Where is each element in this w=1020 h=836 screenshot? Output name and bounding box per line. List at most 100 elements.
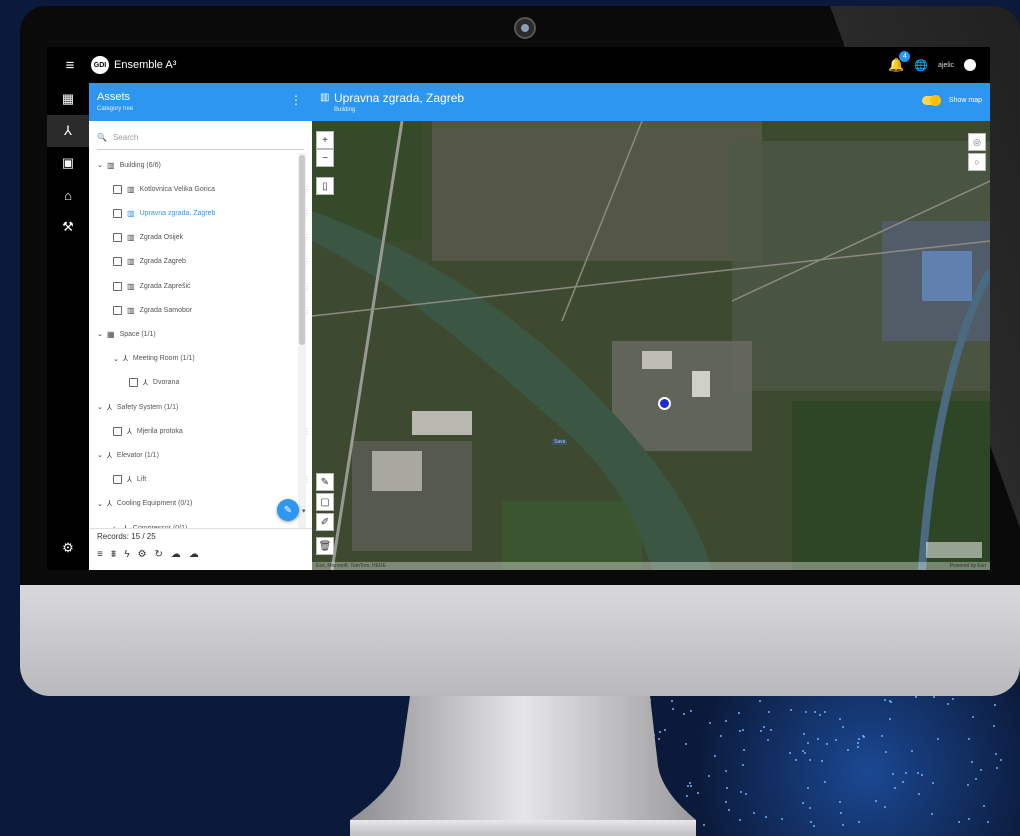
tree-group[interactable]: ⌄ ⅄ Cooling Equipment (0/1) bbox=[89, 492, 307, 516]
tree-item[interactable]: ⅄ Lift ⋮ bbox=[89, 468, 312, 492]
satellite-map[interactable]: + − ▯ ◎ ○ ✎ ▢ ✐ 🗑 Sava Esri, Microsoft, … bbox=[312, 121, 990, 570]
zoom-in-button[interactable]: + bbox=[316, 131, 334, 149]
network-dot bbox=[856, 742, 859, 745]
network-dot bbox=[767, 738, 770, 741]
draw-tool-icon[interactable]: ✎ bbox=[316, 473, 334, 491]
network-dot bbox=[890, 701, 893, 704]
asset-location-marker[interactable] bbox=[658, 397, 671, 410]
account-icon[interactable] bbox=[964, 59, 976, 71]
assets-panel-subtitle: Category tree bbox=[97, 106, 134, 112]
chevron-down-icon[interactable]: ⌄ bbox=[113, 355, 123, 363]
settings-icon[interactable]: ⚙ bbox=[137, 549, 146, 560]
scrollbar-thumb[interactable] bbox=[299, 155, 305, 345]
tree-item[interactable]: ▥ Kotlovnica Velika Gorica ⋮ bbox=[89, 177, 312, 201]
sort-icon[interactable]: ≡ bbox=[97, 549, 103, 560]
building-icon: ▥ bbox=[107, 160, 115, 170]
chevron-down-icon[interactable]: ⌄ bbox=[97, 161, 107, 169]
network-dot bbox=[804, 710, 807, 713]
expand-chevron-icon[interactable]: ▾ bbox=[302, 507, 306, 515]
shape-tool-icon[interactable]: ▢ bbox=[316, 493, 334, 511]
user-name[interactable]: ajelic bbox=[938, 62, 954, 69]
network-dot bbox=[789, 709, 792, 712]
tree-item-checkbox[interactable] bbox=[113, 475, 122, 485]
tree-item-checkbox[interactable] bbox=[113, 426, 122, 436]
top-app-bar: ≡ GDI Ensemble A³ 🔔 4 🌐 ajelic bbox=[47, 47, 990, 83]
tree-item[interactable]: ▥ Upravna zgrada, Zagreb ⋮ bbox=[89, 201, 312, 225]
tree-item[interactable]: ⅄Dvorana⋮ bbox=[89, 371, 312, 395]
chevron-down-icon[interactable]: ⌄ bbox=[97, 330, 107, 338]
tree-item[interactable]: ▥ Zgrada Samobor ⋮ bbox=[89, 298, 312, 322]
chevron-down-icon[interactable]: ⌄ bbox=[97, 451, 107, 459]
tree-item-checkbox[interactable] bbox=[113, 305, 122, 315]
show-map-toggle[interactable] bbox=[922, 95, 941, 106]
network-dot bbox=[968, 818, 971, 821]
flash-icon[interactable]: ϟ bbox=[124, 549, 129, 560]
network-dot bbox=[884, 806, 887, 809]
search-input[interactable]: 🔍 Search bbox=[97, 125, 304, 150]
tree-item-label: Kotlovnica Velika Gorica bbox=[139, 185, 216, 193]
dashboard-icon[interactable]: ▦ bbox=[47, 83, 89, 115]
zoom-out-button[interactable]: − bbox=[316, 149, 334, 167]
tree-group[interactable]: ⌄ ▥ Building (6/6) bbox=[89, 153, 307, 177]
tree-group[interactable]: ⌄ ▦ Space (1/1) bbox=[89, 322, 307, 346]
records-count: Records: 15 / 25 bbox=[97, 532, 156, 541]
institution-icon[interactable]: ⌂ bbox=[47, 179, 89, 211]
tree-item-checkbox[interactable] bbox=[113, 208, 122, 218]
refresh-icon[interactable]: ↻ bbox=[154, 549, 162, 560]
globe-icon[interactable]: 🌐 bbox=[914, 59, 928, 72]
building-icon: ▥ bbox=[127, 305, 135, 315]
network-dot bbox=[759, 729, 762, 732]
tree-item[interactable]: ▥ Zgrada Zaprešić ⋮ bbox=[89, 274, 312, 298]
tools-icon[interactable]: ⚒ bbox=[47, 211, 89, 243]
settings-gear-icon[interactable]: ⚙ bbox=[47, 532, 89, 564]
chevron-down-icon[interactable]: ⌄ bbox=[97, 403, 107, 411]
network-dot bbox=[982, 805, 985, 808]
network-dot bbox=[970, 761, 973, 764]
network-dot bbox=[725, 800, 728, 803]
tree-item-checkbox[interactable] bbox=[113, 257, 122, 267]
network-dot bbox=[719, 735, 722, 738]
network-dot bbox=[742, 728, 745, 731]
cloud-upload-icon[interactable]: ☁ bbox=[189, 549, 199, 560]
tree-group[interactable]: › ⅄ Compressor (0/1) bbox=[89, 516, 312, 529]
filter-icon[interactable]: ⩩ bbox=[111, 549, 116, 560]
tree-item[interactable]: ⅄ Mjerila protoka ⋮ bbox=[89, 419, 312, 443]
hamburger-menu-icon[interactable]: ≡ bbox=[57, 57, 83, 74]
tree-item-label: Zgrada Zagreb bbox=[139, 258, 186, 266]
edit-tool-icon[interactable]: ✐ bbox=[316, 513, 334, 531]
locate-icon[interactable]: ○ bbox=[968, 153, 986, 171]
network-dot bbox=[696, 791, 699, 794]
calendar-icon[interactable]: ▣ bbox=[47, 147, 89, 179]
tree-item-checkbox[interactable] bbox=[113, 233, 122, 243]
tree-scrollbar[interactable] bbox=[298, 153, 306, 533]
network-dot bbox=[838, 717, 841, 720]
tree-item-checkbox[interactable] bbox=[113, 184, 122, 194]
tree-item-checkbox[interactable] bbox=[113, 281, 122, 291]
assets-tree-icon[interactable]: ⅄ bbox=[47, 115, 89, 147]
delete-layer-icon[interactable]: ▯ bbox=[316, 177, 334, 195]
tree-group[interactable]: ⌄ ⅄ Meeting Room (1/1) bbox=[89, 347, 312, 371]
map-layers-icon[interactable]: ◎ bbox=[968, 133, 986, 151]
notification-bell-icon[interactable]: 🔔 4 bbox=[888, 51, 911, 73]
tree-item-label: Meeting Room (1/1) bbox=[132, 355, 195, 363]
hierarchy-icon: ⅄ bbox=[127, 475, 132, 485]
tree-item-checkbox[interactable] bbox=[129, 378, 138, 388]
tree-group[interactable]: ⌄ ⅄ Safety System (1/1) bbox=[89, 395, 307, 419]
hierarchy-icon: ⅄ bbox=[107, 450, 112, 460]
monitor-stand bbox=[350, 696, 696, 836]
tree-item[interactable]: ▥ Zgrada Zagreb ⋮ bbox=[89, 250, 312, 274]
edit-fab-button[interactable]: ✎ bbox=[277, 499, 299, 521]
trash-icon[interactable]: 🗑 bbox=[316, 537, 334, 555]
panel-more-options-icon[interactable]: ⋮ bbox=[290, 93, 302, 107]
network-dot bbox=[770, 728, 773, 731]
chevron-down-icon[interactable]: ⌄ bbox=[97, 500, 107, 508]
assets-panel-title: Assets bbox=[97, 91, 131, 103]
tree-item[interactable]: ▥ Zgrada Osijek ⋮ bbox=[89, 226, 312, 250]
network-dot bbox=[857, 746, 860, 749]
network-dot bbox=[993, 724, 996, 727]
network-dot bbox=[966, 784, 969, 787]
cloud-download-icon[interactable]: ☁ bbox=[171, 549, 181, 560]
network-dot bbox=[857, 820, 860, 823]
tree-group[interactable]: ⌄ ⅄ Elevator (1/1) bbox=[89, 443, 307, 467]
application-screen: ≡ GDI Ensemble A³ 🔔 4 🌐 ajelic ▦ ⅄ ▣ ⌂ ⚒ … bbox=[47, 47, 990, 570]
